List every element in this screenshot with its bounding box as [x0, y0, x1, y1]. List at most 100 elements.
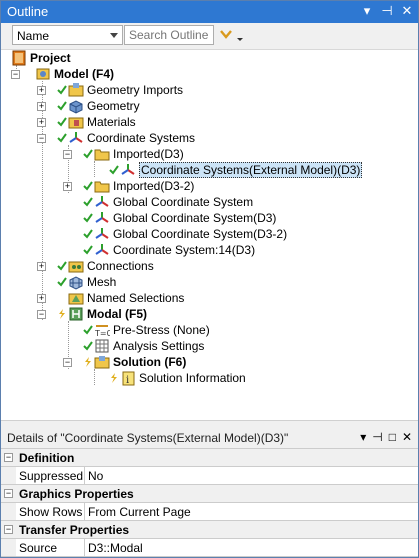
- check-icon: [109, 165, 119, 175]
- expand-toggle[interactable]: +: [37, 118, 46, 127]
- details-value[interactable]: No: [88, 469, 103, 483]
- tree-item-mesh[interactable]: Mesh: [57, 274, 116, 290]
- tree-item-geometry-imports[interactable]: Geometry Imports: [57, 82, 183, 98]
- tree-item-solution[interactable]: Solution (F6): [83, 354, 186, 370]
- name-select-value: Name: [17, 29, 50, 43]
- tree-item-label: Analysis Settings: [113, 339, 205, 353]
- info-icon: i: [122, 371, 135, 386]
- tree-item-imported-d3-2[interactable]: Imported(D3-2): [83, 178, 194, 194]
- tree-item-connections[interactable]: Connections: [57, 258, 154, 274]
- collapse-toggle[interactable]: −: [63, 150, 72, 159]
- category-label: Graphics Properties: [19, 487, 134, 501]
- tree-item-coordinate-system-14[interactable]: Coordinate System:14(D3): [83, 242, 255, 258]
- coordinate-system-icon: [95, 244, 109, 255]
- tree-item-global-coordinate-system-d3-2[interactable]: Global Coordinate System(D3-2): [83, 226, 287, 242]
- tree-item-named-selections[interactable]: Named Selections: [57, 290, 184, 306]
- tree-item-project[interactable]: Project: [11, 50, 71, 66]
- dropdown-icon[interactable]: ▾: [360, 430, 366, 444]
- pin-icon[interactable]: ⊣: [372, 430, 382, 444]
- tree-item-label: Materials: [87, 115, 136, 129]
- category-label: Transfer Properties: [19, 523, 130, 537]
- lightning-icon: [59, 309, 65, 319]
- analysis-settings-icon: [95, 339, 109, 353]
- check-icon: [83, 197, 93, 207]
- collapse-toggle[interactable]: −: [4, 525, 13, 534]
- expand-toggle[interactable]: +: [37, 86, 46, 95]
- tree-item-label: Global Coordinate System(D3): [113, 211, 277, 225]
- tree-item-label: Imported(D3): [113, 147, 184, 161]
- check-icon: [57, 117, 67, 127]
- tree-item-materials[interactable]: Materials: [57, 114, 136, 130]
- collapse-toggle[interactable]: −: [37, 310, 46, 319]
- panel-title: Outline: [7, 4, 49, 19]
- coordinate-system-icon: [95, 212, 109, 223]
- details-category-graphics[interactable]: − Graphics Properties: [1, 485, 418, 503]
- check-icon: [83, 213, 93, 223]
- model-icon: [36, 68, 50, 80]
- tree-item-pre-stress[interactable]: T=0 Pre-Stress (None): [83, 322, 210, 338]
- pre-stress-icon: T=0: [94, 325, 110, 338]
- tree-item-label: Pre-Stress (None): [113, 323, 210, 337]
- tree-item-label: Coordinate Systems(External Model)(D3): [139, 162, 363, 178]
- check-icon: [57, 85, 67, 95]
- details-titlebar: Details of "Coordinate Systems(External …: [1, 428, 418, 449]
- collapse-toggle[interactable]: −: [4, 453, 13, 462]
- tree-item-coordinate-systems[interactable]: Coordinate Systems: [57, 130, 195, 146]
- materials-icon: [68, 117, 84, 129]
- lightning-icon: [111, 373, 117, 383]
- project-icon: [12, 50, 26, 66]
- expand-toggle[interactable]: +: [63, 182, 72, 191]
- details-row[interactable]: Suppressed No: [1, 467, 418, 485]
- tree-item-label: Modal (F5): [87, 307, 147, 321]
- details-row[interactable]: Show Rows From Current Page: [1, 503, 418, 521]
- collapse-toggle[interactable]: −: [4, 489, 13, 498]
- coordinate-system-icon: [121, 164, 135, 175]
- pin-icon[interactable]: ⊣: [380, 3, 394, 19]
- details-category-definition[interactable]: − Definition: [1, 449, 418, 467]
- tree-item-global-coordinate-system-d3[interactable]: Global Coordinate System(D3): [83, 210, 276, 226]
- tree-item-imported-d3[interactable]: Imported(D3): [83, 146, 184, 162]
- details-grid: − Definition Suppressed No − Graphics Pr…: [1, 449, 418, 557]
- details-row[interactable]: Source D3::Modal: [1, 539, 418, 557]
- tree-item-label: Global Coordinate System: [113, 195, 254, 209]
- details-category-transfer[interactable]: − Transfer Properties: [1, 521, 418, 539]
- tree-item-label: Named Selections: [87, 291, 185, 305]
- close-icon[interactable]: ✕: [402, 430, 412, 444]
- expand-toggle[interactable]: +: [37, 262, 46, 271]
- outline-window: Outline ▾ ⊣ ✕ Name Project: [0, 0, 419, 558]
- tree-item-label: Solution Information: [139, 371, 246, 385]
- tree-item-modal[interactable]: Modal (F5): [57, 306, 147, 322]
- tree-item-analysis-settings[interactable]: Analysis Settings: [83, 338, 204, 354]
- check-icon: [83, 181, 93, 191]
- tree-item-global-coordinate-system[interactable]: Global Coordinate System: [83, 194, 253, 210]
- expand-toggle[interactable]: +: [37, 102, 46, 111]
- close-icon[interactable]: ✕: [400, 3, 414, 19]
- tree-item-label: Geometry Imports: [87, 83, 184, 97]
- collapse-toggle[interactable]: −: [63, 358, 72, 367]
- filter-icon[interactable]: [217, 26, 247, 44]
- geometry-imports-icon: [68, 83, 84, 97]
- details-key: Source: [19, 541, 58, 555]
- tree-item-label: Imported(D3-2): [113, 179, 195, 193]
- details-value[interactable]: From Current Page: [88, 505, 191, 519]
- tree-item-external-coordinate-systems[interactable]: Coordinate Systems(External Model)(D3): [109, 162, 363, 178]
- chevron-down-icon: [110, 33, 118, 38]
- dropdown-icon[interactable]: ▾: [360, 3, 374, 19]
- tree-item-solution-information[interactable]: i Solution Information: [109, 370, 246, 386]
- search-input[interactable]: [124, 25, 214, 45]
- maximize-icon[interactable]: □: [389, 430, 396, 444]
- details-value: D3::Modal: [88, 541, 143, 555]
- named-selections-icon: [68, 293, 84, 305]
- check-icon: [83, 229, 93, 239]
- collapse-toggle[interactable]: −: [11, 70, 20, 79]
- modal-icon: [69, 307, 83, 321]
- tree-item-geometry[interactable]: Geometry: [57, 98, 140, 114]
- outline-toolbar: Name: [1, 23, 418, 50]
- tree-item-label: Model (F4): [54, 67, 114, 81]
- expand-toggle[interactable]: +: [37, 294, 46, 303]
- check-icon: [57, 277, 67, 287]
- tree-item-model[interactable]: Model (F4): [35, 66, 114, 82]
- collapse-toggle[interactable]: −: [37, 134, 46, 143]
- tree-item-label: Connections: [87, 259, 154, 273]
- name-select[interactable]: Name: [12, 25, 123, 45]
